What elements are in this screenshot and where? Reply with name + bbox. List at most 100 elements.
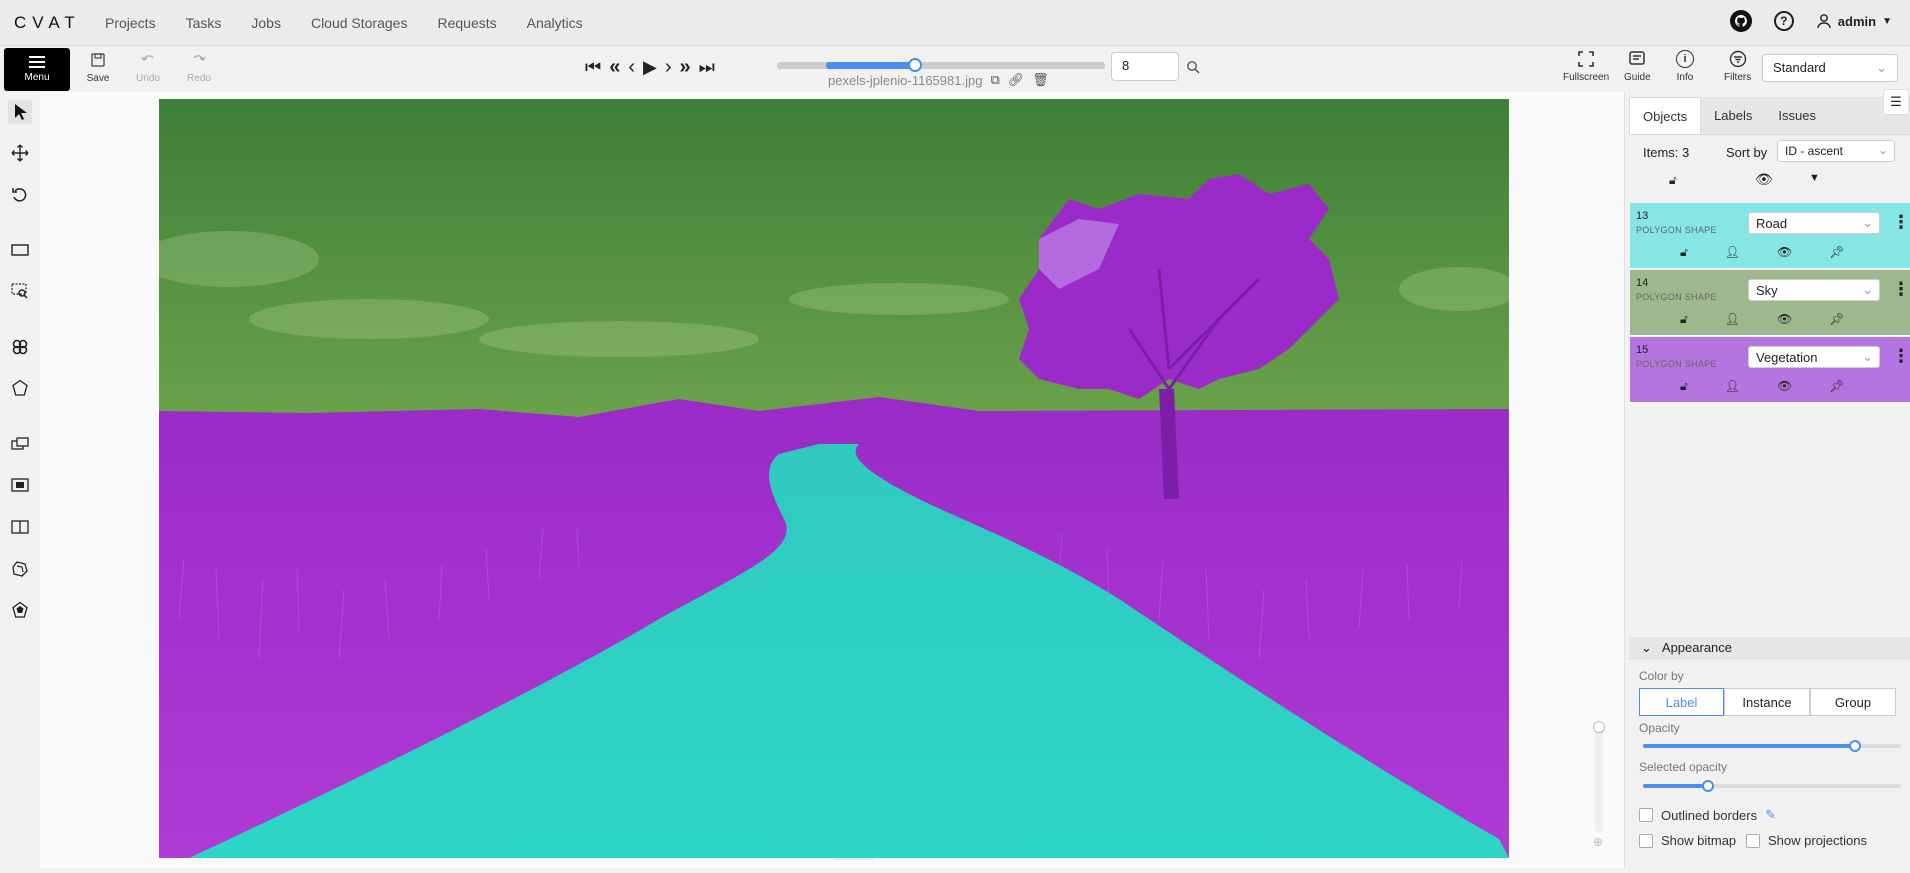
fullscreen-label: Fullscreen	[1563, 72, 1610, 83]
nav-projects[interactable]: Projects	[105, 15, 156, 31]
user-menu[interactable]: admin ▼	[1816, 13, 1892, 29]
help-icon[interactable]: ?	[1773, 11, 1794, 31]
prev-frame-icon[interactable]: ‹	[628, 56, 635, 79]
frame-number-input[interactable]: 8	[1111, 52, 1179, 81]
object-menu-icon[interactable]: ⋮	[1892, 213, 1910, 231]
nav-requests[interactable]: Requests	[437, 15, 496, 31]
color-by-instance-option[interactable]: Instance	[1724, 688, 1810, 716]
group-tool-icon[interactable]	[8, 598, 32, 622]
zoom-region-icon[interactable]	[8, 279, 32, 303]
redo-label: Redo	[187, 73, 211, 84]
redo-button[interactable]: Redo	[177, 52, 221, 84]
nav-cloud-storages[interactable]: Cloud Storages	[311, 15, 408, 31]
unlock-icon[interactable]: 🔓︎	[1680, 245, 1688, 260]
rectangle-tool-icon[interactable]	[8, 432, 32, 456]
play-icon[interactable]: ▶	[643, 57, 657, 78]
occluded-icon[interactable]: 👤︎	[1725, 245, 1740, 260]
sort-select[interactable]: ID - ascent ⌄	[1777, 140, 1895, 162]
move-icon[interactable]	[8, 141, 32, 165]
object-item-15[interactable]: 15 POLYGON SHAPE Vegetation ⌄ ⋮ 🔓︎ 👤︎ 👁︎ …	[1630, 337, 1910, 403]
object-type: POLYGON SHAPE	[1636, 292, 1717, 302]
frame-slider-handle[interactable]	[908, 58, 922, 72]
color-picker-icon[interactable]: ✎	[1765, 807, 1776, 823]
object-menu-icon[interactable]: ⋮	[1892, 347, 1910, 365]
link-icon[interactable]: 🔗︎	[1008, 72, 1025, 88]
guide-button[interactable]: Guide	[1624, 50, 1651, 83]
save-button[interactable]: Save	[76, 52, 120, 84]
annotated-image[interactable]	[159, 99, 1509, 858]
polygon-tool-icon[interactable]	[8, 376, 32, 400]
color-by-group-option[interactable]: Group	[1810, 688, 1896, 716]
fit-image-icon[interactable]	[8, 238, 32, 262]
object-label-select[interactable]: Road ⌄	[1748, 212, 1880, 234]
opacity-slider-handle[interactable]	[1849, 740, 1861, 752]
unlock-icon[interactable]: 🔓︎	[1680, 379, 1688, 394]
fullscreen-button[interactable]: Fullscreen	[1563, 50, 1609, 83]
fast-backward-icon[interactable]: «	[609, 56, 620, 79]
object-id: 14	[1636, 277, 1649, 289]
info-icon: i	[1676, 50, 1694, 68]
appearance-header[interactable]: ⌄ Appearance	[1629, 637, 1910, 659]
nav-analytics[interactable]: Analytics	[527, 15, 583, 31]
user-name: admin	[1837, 13, 1877, 29]
outlined-borders-checkbox[interactable]: Outlined borders ✎	[1639, 807, 1776, 823]
search-icon[interactable]	[1186, 60, 1200, 74]
chevron-down-icon: ⌄	[1877, 143, 1888, 157]
sidebar-collapse-icon[interactable]: ☰	[1883, 89, 1909, 115]
object-label-select[interactable]: Sky ⌄	[1748, 279, 1880, 301]
tag-tool-icon[interactable]	[8, 473, 32, 497]
visible-icon[interactable]: 👁︎	[1777, 245, 1792, 260]
zoom-in-icon[interactable]: ⊕	[1593, 835, 1603, 849]
pin-icon[interactable]: 📌︎	[1829, 312, 1844, 327]
ai-tools-icon[interactable]	[8, 335, 32, 359]
filters-button[interactable]: Filters	[1724, 50, 1751, 83]
github-icon[interactable]	[1729, 10, 1752, 32]
delete-icon[interactable]: 🗑︎	[1032, 72, 1049, 88]
pin-icon[interactable]: 📌︎	[1829, 379, 1844, 394]
menu-button[interactable]: Menu	[4, 48, 70, 91]
zoom-slider[interactable]	[1595, 722, 1603, 832]
object-item-14[interactable]: 14 POLYGON SHAPE Sky ⌄ ⋮ 🔓︎ 👤︎ 👁︎ 📌︎	[1630, 270, 1910, 336]
tab-issues[interactable]: Issues	[1765, 97, 1829, 134]
zoom-slider-handle[interactable]	[1593, 721, 1605, 733]
copy-icon[interactable]: ⧉	[990, 72, 999, 88]
show-all-icon[interactable]: 👁︎	[1755, 171, 1773, 188]
merge-tool-icon[interactable]	[8, 557, 32, 581]
split-tool-icon[interactable]	[8, 515, 32, 539]
object-label: Sky	[1756, 283, 1778, 298]
selected-opacity-slider-handle[interactable]	[1702, 780, 1714, 792]
fast-forward-icon[interactable]: »	[680, 56, 691, 79]
object-item-13[interactable]: 13 POLYGON SHAPE Road ⌄ ⋮ 🔓︎ 👤︎ 👁︎ 📌︎	[1630, 203, 1910, 269]
object-menu-icon[interactable]: ⋮	[1892, 280, 1910, 298]
pin-icon[interactable]: 📌︎	[1829, 245, 1844, 260]
show-projections-checkbox[interactable]: Show projections	[1746, 833, 1867, 848]
workspace-select[interactable]: Standard ⌄	[1762, 54, 1898, 82]
undo-button[interactable]: Undo	[126, 52, 170, 84]
first-frame-icon[interactable]: ⏮	[585, 57, 601, 78]
rotate-icon[interactable]	[8, 183, 32, 207]
color-by-label-option[interactable]: Label	[1639, 688, 1724, 716]
object-label-select[interactable]: Vegetation ⌄	[1748, 346, 1880, 368]
visible-icon[interactable]: 👁︎	[1777, 379, 1792, 394]
cursor-icon[interactable]	[8, 100, 32, 124]
show-bitmap-label: Show bitmap	[1661, 833, 1737, 848]
collapse-all-icon[interactable]: ▼	[1809, 172, 1820, 184]
tab-labels[interactable]: Labels	[1701, 97, 1765, 134]
visible-icon[interactable]: 👁︎	[1777, 312, 1792, 327]
next-frame-icon[interactable]: ›	[665, 56, 672, 79]
last-frame-icon[interactable]: ⏭	[699, 57, 715, 78]
cvat-logo[interactable]: CVAT	[14, 13, 81, 33]
chevron-down-icon: ⌄	[1862, 215, 1873, 230]
objects-header: Items: 3 Sort by ID - ascent ⌄ 🔓︎ 👁︎ ▼	[1629, 137, 1910, 199]
unlock-icon[interactable]: 🔓︎	[1680, 312, 1688, 327]
nav-tasks[interactable]: Tasks	[186, 15, 222, 31]
lock-all-icon[interactable]: 🔓︎	[1669, 173, 1677, 188]
occluded-icon[interactable]: 👤︎	[1725, 379, 1740, 394]
info-button[interactable]: i Info	[1676, 50, 1694, 83]
occluded-icon[interactable]: 👤︎	[1725, 312, 1740, 327]
tab-objects[interactable]: Objects	[1629, 97, 1702, 134]
user-icon	[1817, 14, 1831, 29]
show-bitmap-checkbox[interactable]: Show bitmap	[1639, 833, 1736, 848]
items-count: Items: 3	[1643, 145, 1690, 160]
nav-jobs[interactable]: Jobs	[251, 15, 281, 31]
